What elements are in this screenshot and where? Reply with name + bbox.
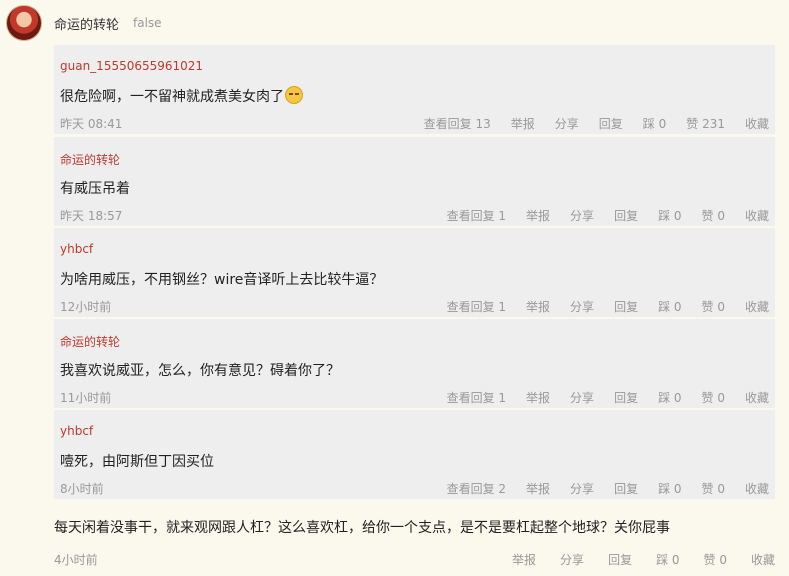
share-button[interactable]: 分享 — [570, 389, 594, 406]
favorite-button[interactable]: 收藏 — [745, 298, 769, 315]
reply-item: yhbcf 为啥用威压，不用钢丝？wire音译听上去比较牛逼？ 12小时前 查看… — [54, 228, 775, 317]
like-button[interactable]: 赞 0 — [702, 389, 725, 406]
reply-button[interactable]: 回复 — [614, 480, 638, 497]
reply-username[interactable]: 命运的转轮 — [60, 333, 120, 350]
reply-button[interactable]: 回复 — [608, 551, 632, 568]
like-button[interactable]: 赞 0 — [704, 551, 727, 568]
reply-item: guan_15550655961021 很危险啊，一不留神就成煮美女肉了 昨天 … — [54, 45, 775, 134]
reply-username[interactable]: yhbcf — [60, 242, 93, 256]
reply-item: 命运的转轮 有威压吊着 昨天 18:57 查看回复 1 举报 分享 回复 踩 0… — [54, 137, 775, 226]
like-button[interactable]: 赞 231 — [686, 115, 725, 132]
report-button[interactable]: 举报 — [526, 298, 550, 315]
reply-actions: 查看回复 13 举报 分享 回复 踩 0 赞 231 收藏 — [404, 115, 769, 132]
reply-username[interactable]: 命运的转轮 — [60, 151, 120, 168]
dislike-button[interactable]: 踩 0 — [643, 115, 666, 132]
view-replies-button[interactable]: 查看回复 13 — [424, 115, 491, 132]
report-button[interactable]: 举报 — [511, 115, 535, 132]
reply-text: 我喜欢说威亚，怎么，你有意见？碍着你了？ — [60, 363, 340, 379]
report-button[interactable]: 举报 — [526, 207, 550, 224]
author-flag: false — [133, 16, 162, 30]
reply-text: 为啥用威压，不用钢丝？wire音译听上去比较牛逼？ — [60, 272, 384, 288]
view-replies-button[interactable]: 查看回复 1 — [447, 298, 506, 315]
share-button[interactable]: 分享 — [570, 480, 594, 497]
like-button[interactable]: 赞 0 — [702, 298, 725, 315]
reply-item: yhbcf 噎死，由阿斯但丁因买位 8小时前 查看回复 2 举报 分享 回复 踩… — [54, 410, 775, 499]
reply-actions: 查看回复 1 举报 分享 回复 踩 0 赞 0 收藏 — [427, 298, 769, 315]
favorite-button[interactable]: 收藏 — [745, 389, 769, 406]
comment-time: 4小时前 — [54, 553, 98, 567]
dislike-button[interactable]: 踩 0 — [658, 207, 681, 224]
report-button[interactable]: 举报 — [526, 389, 550, 406]
sleepy-face-icon — [285, 86, 303, 104]
dislike-button[interactable]: 踩 0 — [658, 389, 681, 406]
reply-time: 8小时前 — [60, 482, 104, 496]
reply-button[interactable]: 回复 — [614, 207, 638, 224]
like-button[interactable]: 赞 0 — [702, 480, 725, 497]
comment-actions: 举报 分享 回复 踩 0 赞 0 收藏 — [488, 551, 775, 568]
author-name[interactable]: 命运的转轮 — [54, 14, 119, 33]
reply-button[interactable]: 回复 — [614, 389, 638, 406]
reply-button[interactable]: 回复 — [599, 115, 623, 132]
reply-time: 昨天 08:41 — [60, 117, 123, 131]
favorite-button[interactable]: 收藏 — [751, 551, 775, 568]
share-button[interactable]: 分享 — [570, 298, 594, 315]
report-button[interactable]: 举报 — [512, 551, 536, 568]
reply-text: 噎死，由阿斯但丁因买位 — [60, 454, 214, 470]
reply-time: 11小时前 — [60, 391, 112, 405]
share-button[interactable]: 分享 — [570, 207, 594, 224]
view-replies-button[interactable]: 查看回复 1 — [447, 389, 506, 406]
report-button[interactable]: 举报 — [526, 480, 550, 497]
share-button[interactable]: 分享 — [560, 551, 584, 568]
share-button[interactable]: 分享 — [555, 115, 579, 132]
reply-text: 很危险啊，一不留神就成煮美女肉了 — [60, 86, 303, 106]
reply-username[interactable]: yhbcf — [60, 424, 93, 438]
like-button[interactable]: 赞 0 — [702, 207, 725, 224]
favorite-button[interactable]: 收藏 — [745, 207, 769, 224]
reply-button[interactable]: 回复 — [614, 298, 638, 315]
reply-actions: 查看回复 1 举报 分享 回复 踩 0 赞 0 收藏 — [427, 207, 769, 224]
reply-actions: 查看回复 1 举报 分享 回复 踩 0 赞 0 收藏 — [427, 389, 769, 406]
reply-time: 昨天 18:57 — [60, 209, 123, 223]
dislike-button[interactable]: 踩 0 — [658, 480, 681, 497]
view-replies-button[interactable]: 查看回复 2 — [447, 480, 506, 497]
dislike-button[interactable]: 踩 0 — [656, 551, 679, 568]
view-replies-button[interactable]: 查看回复 1 — [447, 207, 506, 224]
favorite-button[interactable]: 收藏 — [745, 480, 769, 497]
reply-actions: 查看回复 2 举报 分享 回复 踩 0 赞 0 收藏 — [427, 480, 769, 497]
favorite-button[interactable]: 收藏 — [745, 115, 769, 132]
reply-item: 命运的转轮 我喜欢说威亚，怎么，你有意见？碍着你了？ 11小时前 查看回复 1 … — [54, 319, 775, 408]
comment-header: 命运的转轮 false — [6, 3, 162, 43]
reply-username[interactable]: guan_15550655961021 — [60, 59, 203, 73]
dislike-button[interactable]: 踩 0 — [658, 298, 681, 315]
reply-time: 12小时前 — [60, 300, 112, 314]
avatar[interactable] — [6, 5, 42, 41]
comment-text: 每天闲着没事干，就来观网跟人杠？这么喜欢杠，给你一个支点，是不是要杠起整个地球？… — [54, 520, 670, 536]
reply-text: 有威压吊着 — [60, 181, 130, 197]
